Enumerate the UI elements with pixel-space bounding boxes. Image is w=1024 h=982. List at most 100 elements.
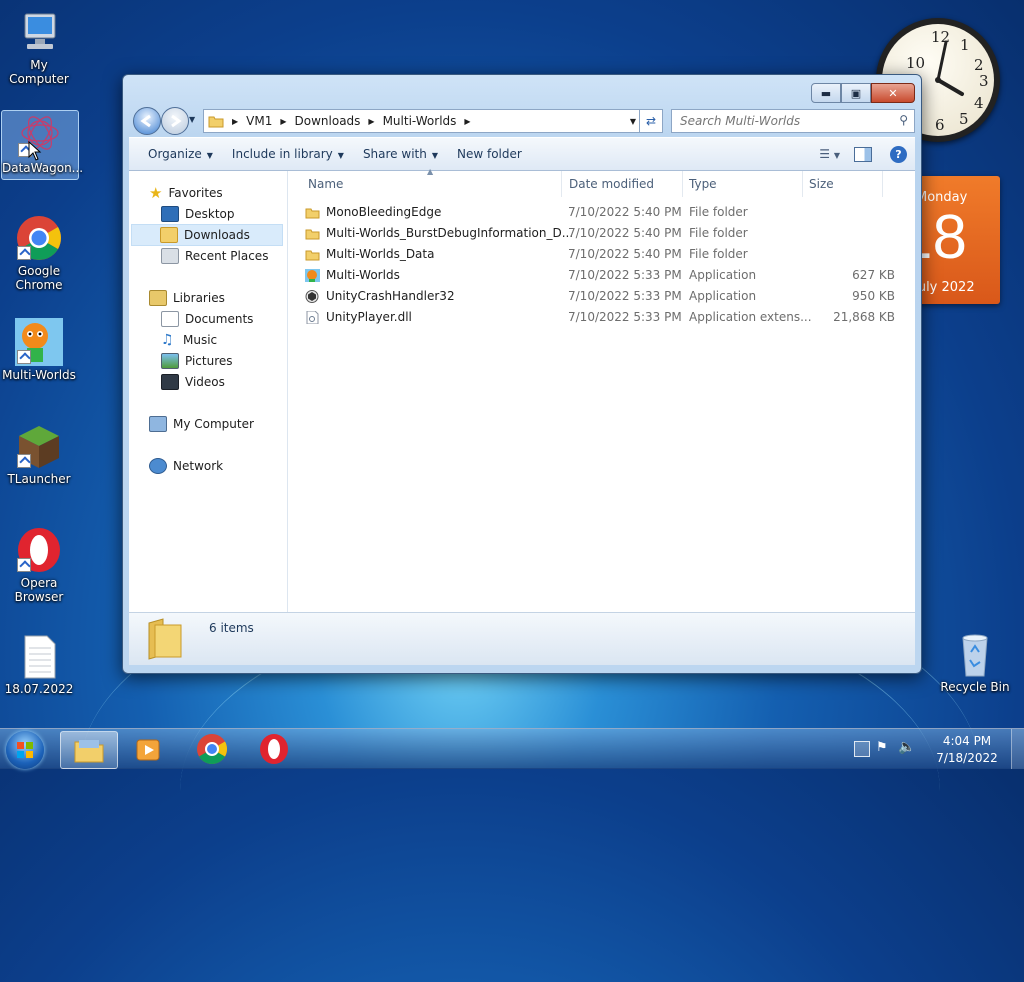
nav-my-computer[interactable]: My Computer [149,414,254,434]
desktop-icon-text-file[interactable]: 18.07.2022 [1,632,77,696]
file-row[interactable]: Multi-Worlds_Data 7/10/2022 5:40 PM File… [305,244,895,264]
view-options-button[interactable]: ☰ ▼ [819,147,840,161]
volume-icon[interactable]: 🔈 [898,739,915,755]
text-file-icon [15,632,63,680]
file-row[interactable]: Multi-Worlds 7/10/2022 5:33 PM Applicati… [305,265,895,285]
help-button[interactable]: ? [890,145,907,163]
maximize-button[interactable]: ▣ [841,83,871,103]
search-icon[interactable]: ⚲ [899,113,908,127]
network-tray-icon[interactable] [854,741,870,757]
desktop-icon-recycle-bin[interactable]: Recycle Bin [937,630,1013,694]
column-divider[interactable] [882,171,883,197]
item-count: 6 items [209,621,254,635]
breadcrumb-vm1[interactable]: VM1 [246,114,272,128]
shortcut-arrow-icon [17,246,31,260]
forward-button[interactable] [161,107,189,135]
file-row[interactable]: MonoBleedingEdge 7/10/2022 5:40 PM File … [305,202,895,222]
action-center-icon[interactable]: ⚑ [876,740,888,755]
include-label: Include in library [231,147,333,161]
file-row[interactable]: UnityCrashHandler32 7/10/2022 5:33 PM Ap… [305,286,895,306]
calendar-gadget[interactable]: Monday 18 July 2022 [912,176,1000,304]
start-button[interactable] [6,731,44,769]
nav-recent-places[interactable]: Recent Places [161,246,268,266]
nav-music[interactable]: ♫ Music [161,330,217,350]
desktop-icon-label: Multi-Worlds [2,368,76,382]
file-size: 950 KB [852,289,895,303]
file-name: UnityPlayer.dll [326,310,412,324]
nav-favorites[interactable]: ★ Favorites [149,183,223,203]
clock-date[interactable]: 7/18/2022 [930,751,1004,765]
network-icon [149,458,167,474]
folder-icon [208,116,224,128]
back-button[interactable] [133,107,161,135]
recent-pages-dropdown[interactable]: ▼ [189,115,195,124]
refresh-button[interactable]: ⇄ [639,109,663,133]
taskbar-media-player-button[interactable] [120,731,176,767]
taskbar-chrome-button[interactable] [184,731,240,767]
address-bar[interactable]: ▶ VM1 ▶ Downloads ▶ Multi-Worlds ▶ ▼ [203,109,643,133]
taskbar-explorer-button[interactable] [60,731,118,769]
windows-logo-icon [17,742,33,758]
show-desktop-button[interactable] [1011,729,1024,769]
breadcrumb-separator-icon[interactable]: ▶ [280,117,286,126]
file-date: 7/10/2022 5:40 PM [568,226,682,240]
file-row[interactable]: Multi-Worlds_BurstDebugInformation_D... … [305,223,895,243]
desktop-icon-tlauncher[interactable]: TLauncher [1,422,77,486]
share-label: Share with [362,147,427,161]
desktop-icon-my-computer[interactable]: My Computer [1,8,77,86]
nav-pictures[interactable]: Pictures [161,351,233,371]
nav-label: Documents [185,312,254,326]
clock-time[interactable]: 4:04 PM [934,734,1000,748]
address-history-dropdown[interactable]: ▼ [630,117,636,126]
nav-label: Downloads [184,228,250,242]
taskbar-opera-button[interactable] [246,731,302,767]
nav-libraries[interactable]: Libraries [149,288,225,308]
share-with-menu[interactable]: Share with ▼ [363,147,438,161]
column-header-size[interactable]: Size [809,177,834,191]
column-header-type[interactable]: Type [689,177,717,191]
file-type: File folder [689,247,748,261]
address-row: ▼ ▶ VM1 ▶ Downloads ▶ Multi-Worlds ▶ ▼ ⇄… [131,107,915,135]
desktop-icon-opera[interactable]: Opera Browser [1,526,77,604]
taskbar: ⚑ 🔈 4:04 PM 7/18/2022 [0,728,1024,769]
breadcrumb-separator-icon[interactable]: ▶ [464,117,470,126]
organize-menu[interactable]: Organize ▼ [148,147,213,161]
close-button[interactable]: ✕ [871,83,915,103]
explorer-icon [74,740,104,763]
file-row[interactable]: UnityPlayer.dll 7/10/2022 5:33 PM Applic… [305,307,895,327]
column-header-name[interactable]: Name [308,177,343,191]
nav-desktop[interactable]: Desktop [161,204,235,224]
column-header-date[interactable]: Date modified [569,177,654,191]
preview-pane-button[interactable] [854,146,872,162]
file-type: File folder [689,205,748,219]
desktop-icon-chrome[interactable]: Google Chrome [1,214,77,292]
minimize-button[interactable]: ▬ [811,83,841,103]
search-box[interactable]: ⚲ [671,109,915,133]
recycle-bin-icon [951,630,999,678]
nav-documents[interactable]: Documents [161,309,253,329]
new-folder-button[interactable]: New folder [457,147,522,161]
recent-places-icon [161,248,179,264]
include-in-library-menu[interactable]: Include in library ▼ [232,147,344,161]
new-folder-label: New folder [457,147,522,161]
search-input[interactable] [678,110,882,132]
file-date: 7/10/2022 5:33 PM [568,268,682,282]
multi-worlds-icon [15,318,63,366]
breadcrumb-downloads[interactable]: Downloads [295,114,361,128]
explorer-window[interactable]: ▬ ▣ ✕ ▼ ▶ VM1 ▶ Downloads ▶ Multi-Worlds… [122,74,922,674]
file-name: MonoBleedingEdge [326,205,442,219]
column-divider[interactable] [802,171,803,197]
desktop-icon-multi-worlds[interactable]: Multi-Worlds [1,318,77,382]
column-divider[interactable] [561,171,562,197]
navigation-pane: ★ Favorites Desktop Downloads Recent Pla… [129,171,288,613]
nav-videos[interactable]: Videos [161,372,225,392]
shortcut-arrow-icon [17,350,31,364]
breadcrumb-multi-worlds[interactable]: Multi-Worlds [383,114,457,128]
breadcrumb-separator-icon[interactable]: ▶ [368,117,374,126]
nav-label: Favorites [168,186,223,200]
column-divider[interactable] [682,171,683,197]
chrome-icon [15,214,63,262]
nav-downloads[interactable]: Downloads [131,224,283,246]
nav-network[interactable]: Network [149,456,223,476]
breadcrumb-separator-icon[interactable]: ▶ [232,117,238,126]
